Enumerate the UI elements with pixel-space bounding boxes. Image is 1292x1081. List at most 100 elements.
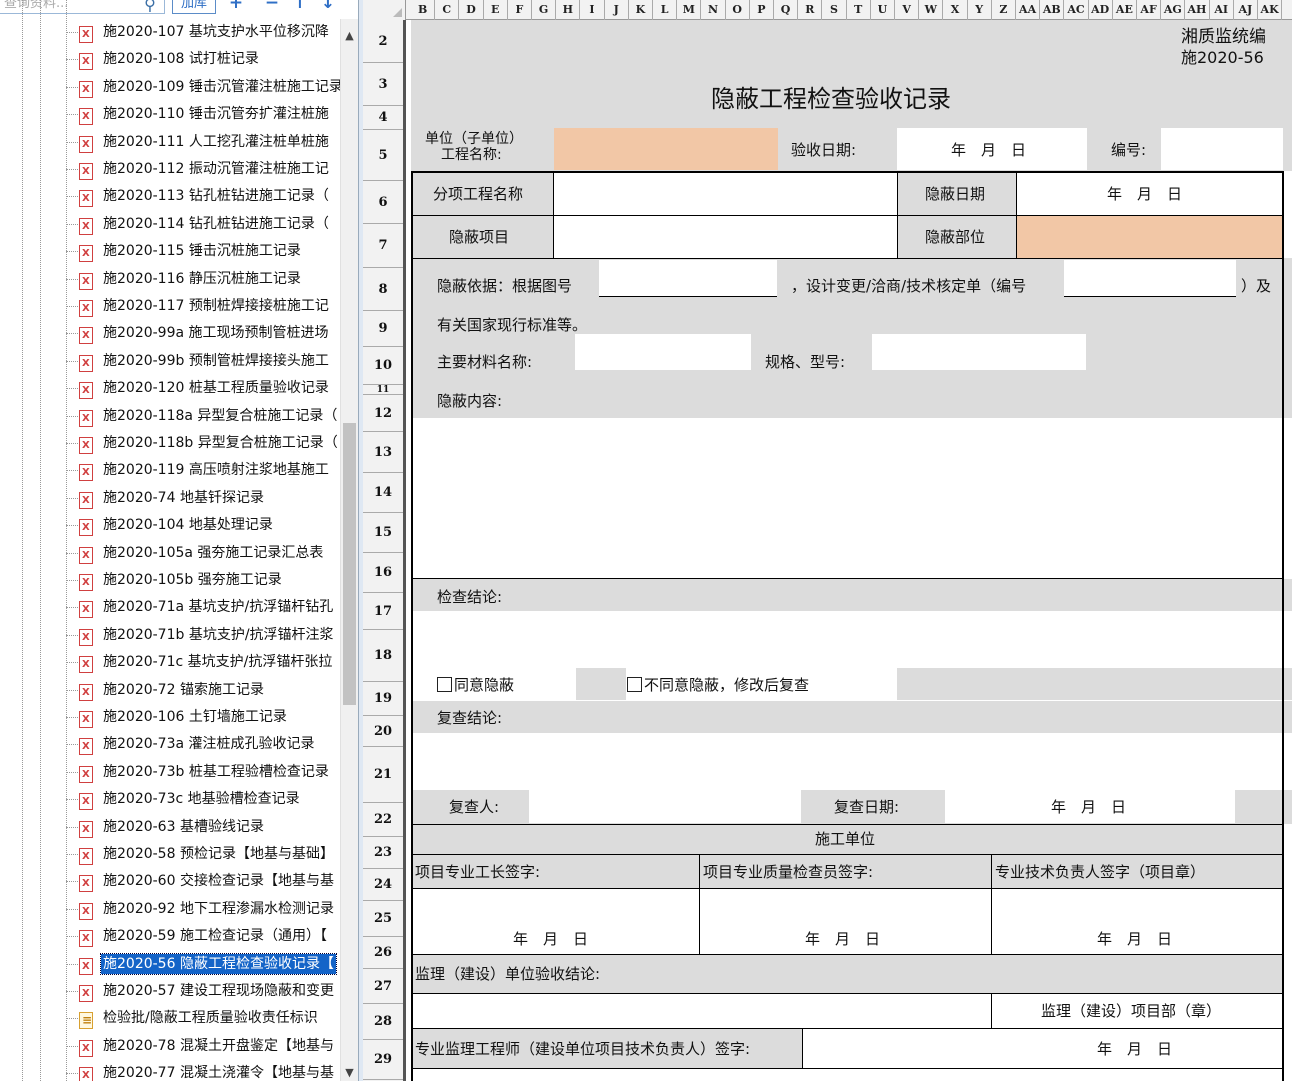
column-header[interactable]: X — [943, 0, 968, 20]
minus-icon[interactable]: − — [262, 0, 282, 14]
tree-item[interactable]: 施2020-73a 灌注桩成孔验收记录 — [0, 731, 340, 758]
disagree-checkbox[interactable]: 不同意隐蔽，修改后复查 — [627, 676, 809, 694]
row-header[interactable]: 18 — [363, 630, 403, 682]
row-header[interactable]: 8 — [363, 268, 403, 311]
row-header[interactable]: 24 — [363, 869, 403, 901]
row-header[interactable]: 7 — [363, 224, 403, 268]
tree-item-label[interactable]: 施2020-114 钻孔桩钻进施工记录（ — [101, 214, 331, 234]
tree-item-label[interactable]: 施2020-63 基槽验线记录 — [101, 817, 266, 837]
row-header[interactable]: 17 — [363, 593, 403, 630]
agree-checkbox[interactable]: 同意隐蔽 — [437, 676, 514, 694]
column-header[interactable]: AC — [1064, 0, 1089, 20]
tree-item[interactable]: 施2020-105a 强夯施工记录汇总表 — [0, 540, 340, 567]
row-header[interactable]: 27 — [363, 969, 403, 1004]
arrow-down-icon[interactable]: ↓ — [318, 0, 338, 14]
tree-item[interactable]: 施2020-117 预制桩焊接接桩施工记 — [0, 293, 340, 320]
tree-item[interactable]: 施2020-99a 施工现场预制管桩进场 — [0, 320, 340, 347]
scroll-up-icon[interactable]: ▲ — [341, 27, 358, 44]
hidden-item-field[interactable] — [554, 216, 897, 258]
subitem-field[interactable] — [554, 172, 897, 215]
column-header[interactable]: C — [435, 0, 460, 20]
tree-item[interactable]: 施2020-72 锚索施工记录 — [0, 677, 340, 704]
tree-item[interactable]: 施2020-71b 基坑支护/抗浮锚杆注浆 — [0, 622, 340, 649]
tree-item-label[interactable]: 施2020-105b 强夯施工记录 — [101, 570, 284, 590]
row-header[interactable]: 16 — [363, 553, 403, 593]
tree-item[interactable]: 施2020-58 预检记录【地基与基础】 — [0, 841, 340, 868]
row-header[interactable]: 14 — [363, 473, 403, 513]
tree-item[interactable]: 施2020-71c 基坑支护/抗浮锚杆张拉 — [0, 649, 340, 676]
column-header[interactable]: W — [919, 0, 944, 20]
tree-item-label[interactable]: 施2020-71c 基坑支护/抗浮锚杆张拉 — [101, 652, 334, 672]
checkbox-icon[interactable] — [437, 677, 452, 692]
column-header[interactable]: P — [750, 0, 774, 20]
tree-item[interactable]: 施2020-108 试打桩记录 — [0, 46, 340, 73]
project-name-field[interactable] — [554, 128, 778, 170]
change-number-field[interactable] — [1064, 260, 1236, 296]
tree-item-label[interactable]: 施2020-58 预检记录【地基与基础】 — [101, 844, 336, 864]
material-field[interactable] — [575, 334, 751, 370]
column-header[interactable]: K — [629, 0, 653, 20]
column-header[interactable]: D — [459, 0, 484, 20]
column-header[interactable]: U — [871, 0, 895, 20]
tree-item-label[interactable]: 检验批/隐蔽工程质量验收责任标识 — [101, 1008, 320, 1028]
tree-item[interactable]: 施2020-107 基坑支护水平位移沉降 — [0, 19, 340, 46]
tree-item[interactable]: 施2020-59 施工检查记录（通用）【 — [0, 923, 340, 950]
rechecker-field[interactable] — [529, 790, 801, 823]
tree-item[interactable]: 施2020-56 隐蔽工程检查验收记录【 — [0, 951, 340, 978]
tree-item[interactable]: 施2020-109 锤击沉管灌注桩施工记录 — [0, 74, 340, 101]
tree-item[interactable]: 施2020-120 桩基工程质量验收记录 — [0, 375, 340, 402]
drawing-number-field[interactable] — [599, 260, 777, 296]
tree-item-label[interactable]: 施2020-73c 地基验槽检查记录 — [101, 789, 302, 809]
tree-item-label[interactable]: 施2020-113 钻孔桩钻进施工记录（ — [101, 186, 331, 206]
tree-item[interactable]: 施2020-115 锤击沉桩施工记录 — [0, 238, 340, 265]
column-header[interactable]: J — [605, 0, 629, 20]
tree-item-label[interactable]: 施2020-59 施工检查记录（通用）【 — [101, 926, 329, 946]
column-header[interactable]: L — [653, 0, 678, 20]
column-header[interactable]: O — [726, 0, 750, 20]
column-header[interactable]: N — [701, 0, 726, 20]
tree-item[interactable]: 施2020-118a 异型复合桩施工记录（ — [0, 403, 340, 430]
arrow-up-icon[interactable]: ↑ — [290, 0, 310, 14]
column-header[interactable]: Z — [992, 0, 1016, 20]
tree-item-label[interactable]: 施2020-120 桩基工程质量验收记录 — [101, 378, 331, 398]
tree-item-label[interactable]: 施2020-71b 基坑支护/抗浮锚杆注浆 — [101, 625, 336, 645]
tree-item-label[interactable]: 施2020-118b 异型复合桩施工记录（ — [101, 433, 340, 453]
tree-item-label[interactable]: 施2020-106 土钉墙施工记录 — [101, 707, 289, 727]
tree-item-label[interactable]: 施2020-57 建设工程现场隐蔽和变更 — [101, 981, 336, 1001]
column-header[interactable]: S — [822, 0, 847, 20]
tree-item-label[interactable]: 施2020-107 基坑支护水平位移沉降 — [101, 22, 331, 42]
row-header[interactable]: 13 — [363, 432, 403, 473]
tree-item-label[interactable]: 施2020-92 地下工程渗漏水检测记录 — [101, 899, 336, 919]
tree-item-label[interactable]: 施2020-118a 异型复合桩施工记录（ — [101, 406, 339, 426]
spec-field[interactable] — [872, 334, 1086, 370]
row-header[interactable]: 23 — [363, 837, 403, 869]
tree-item-label[interactable]: 施2020-112 振动沉管灌注桩施工记 — [101, 159, 331, 179]
tree-item[interactable]: 施2020-105b 强夯施工记录 — [0, 567, 340, 594]
row-header[interactable]: 6 — [363, 181, 403, 224]
tree-item[interactable]: 检验批/隐蔽工程质量验收责任标识 — [0, 1005, 340, 1032]
row-header[interactable]: 5 — [363, 130, 403, 181]
tree-item[interactable]: 施2020-63 基槽验线记录 — [0, 814, 340, 841]
checkbox-icon[interactable] — [627, 677, 642, 692]
tree-item-label[interactable]: 施2020-73a 灌注桩成孔验收记录 — [101, 734, 317, 754]
conclusion-field[interactable] — [411, 612, 1283, 667]
column-header[interactable]: Q — [774, 0, 799, 20]
row-header[interactable]: 20 — [363, 716, 403, 747]
tree-item-label[interactable]: 施2020-108 试打桩记录 — [101, 49, 261, 69]
row-header[interactable]: 4 — [363, 106, 403, 130]
column-header[interactable]: AE — [1113, 0, 1137, 20]
row-header[interactable]: 9 — [363, 311, 403, 347]
row-header[interactable]: 10 — [363, 347, 403, 385]
row-header[interactable]: 11 — [363, 385, 403, 395]
number-field[interactable] — [1161, 128, 1283, 170]
column-header[interactable]: AD — [1089, 0, 1113, 20]
engineer-sign-field[interactable] — [803, 1029, 1283, 1068]
row-header[interactable]: 3 — [363, 63, 403, 106]
tree-item[interactable]: 施2020-73b 桩基工程验槽检查记录 — [0, 759, 340, 786]
row-header[interactable]: 12 — [363, 395, 403, 432]
tree-item-label[interactable]: 施2020-110 锤击沉管夯扩灌注桩施 — [101, 104, 331, 124]
tree-item[interactable]: 施2020-116 静压沉桩施工记录 — [0, 266, 340, 293]
column-header[interactable]: G — [532, 0, 557, 20]
tree-item-label[interactable]: 施2020-77 混凝土浇灌令【地基与基 — [101, 1063, 336, 1081]
column-header[interactable]: H — [556, 0, 581, 20]
